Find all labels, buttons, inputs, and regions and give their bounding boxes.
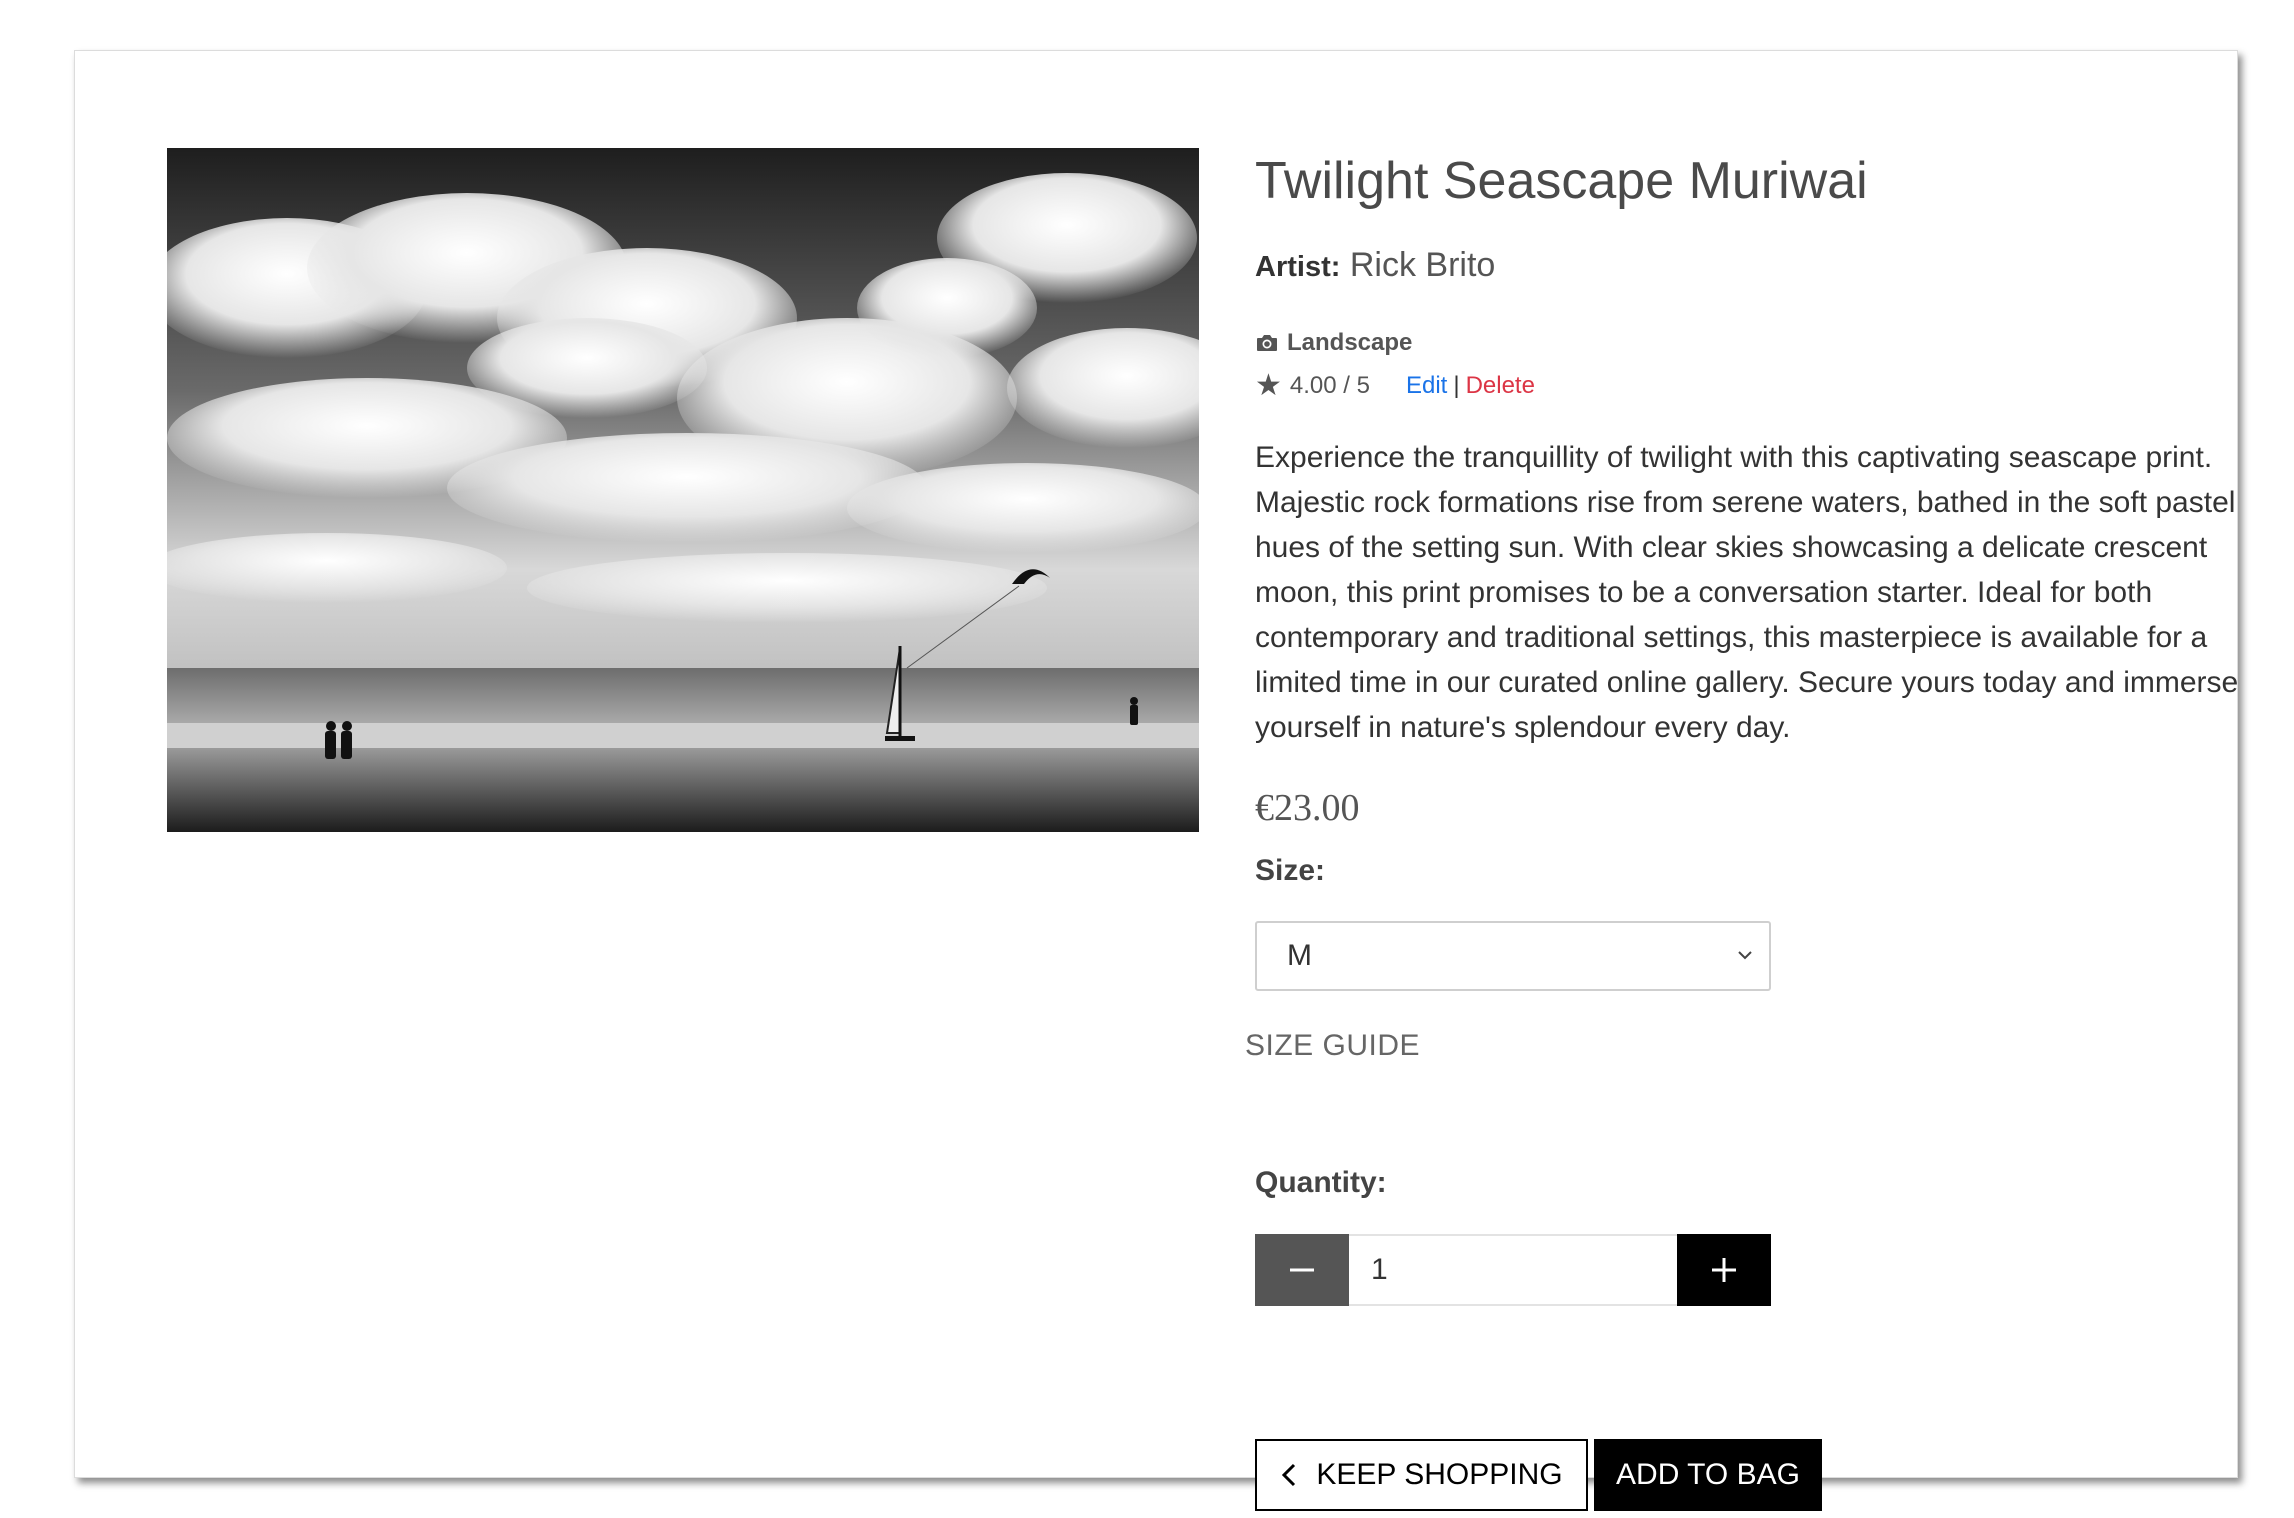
plus-icon bbox=[1712, 1258, 1736, 1282]
star-icon: ★ bbox=[1255, 369, 1282, 402]
category-line: Landscape bbox=[1255, 329, 1412, 357]
edit-link[interactable]: Edit bbox=[1406, 372, 1447, 400]
camera-icon bbox=[1257, 335, 1277, 351]
size-label: Size: bbox=[1255, 854, 1326, 887]
quantity-label: Quantity: bbox=[1255, 1166, 1387, 1199]
quantity-input[interactable]: 1 bbox=[1349, 1234, 1677, 1306]
delete-link[interactable]: Delete bbox=[1466, 372, 1535, 400]
keep-shopping-label: KEEP SHOPPING bbox=[1316, 1458, 1563, 1491]
product-image bbox=[167, 148, 1199, 832]
product-title: Twilight Seascape Muriwai bbox=[1255, 152, 1868, 210]
chevron-left-icon bbox=[1282, 1463, 1296, 1487]
product-detail-card: Twilight Seascape Muriwai Artist: Rick B… bbox=[74, 50, 2238, 1511]
rating-line: ★ 4.00 / 5 Edit | Delete bbox=[1255, 371, 1535, 401]
link-separator: | bbox=[1453, 372, 1460, 399]
chevron-down-icon bbox=[1738, 951, 1752, 960]
rating-value: 4.00 / 5 bbox=[1289, 372, 1370, 399]
quantity-stepper: 1 bbox=[1255, 1234, 1771, 1306]
product-description: Experience the tranquillity of twilight … bbox=[1255, 441, 2239, 744]
artist-line: Artist: Rick Brito bbox=[1255, 246, 1495, 285]
size-selected-value: M bbox=[1287, 939, 1312, 972]
product-price: €23.00 bbox=[1255, 787, 1360, 829]
add-to-bag-button[interactable]: ADD TO BAG bbox=[1594, 1439, 1822, 1511]
category-link[interactable]: Landscape bbox=[1287, 329, 1412, 357]
decrement-button[interactable] bbox=[1255, 1234, 1349, 1306]
size-select[interactable]: M bbox=[1255, 921, 1771, 991]
artist-name: Rick Brito bbox=[1349, 246, 1496, 284]
keep-shopping-button[interactable]: KEEP SHOPPING bbox=[1255, 1439, 1588, 1511]
increment-button[interactable] bbox=[1677, 1234, 1771, 1306]
minus-icon bbox=[1290, 1268, 1314, 1272]
artist-label: Artist: bbox=[1255, 251, 1341, 283]
size-guide-link[interactable]: SIZE GUIDE bbox=[1245, 1029, 1420, 1063]
